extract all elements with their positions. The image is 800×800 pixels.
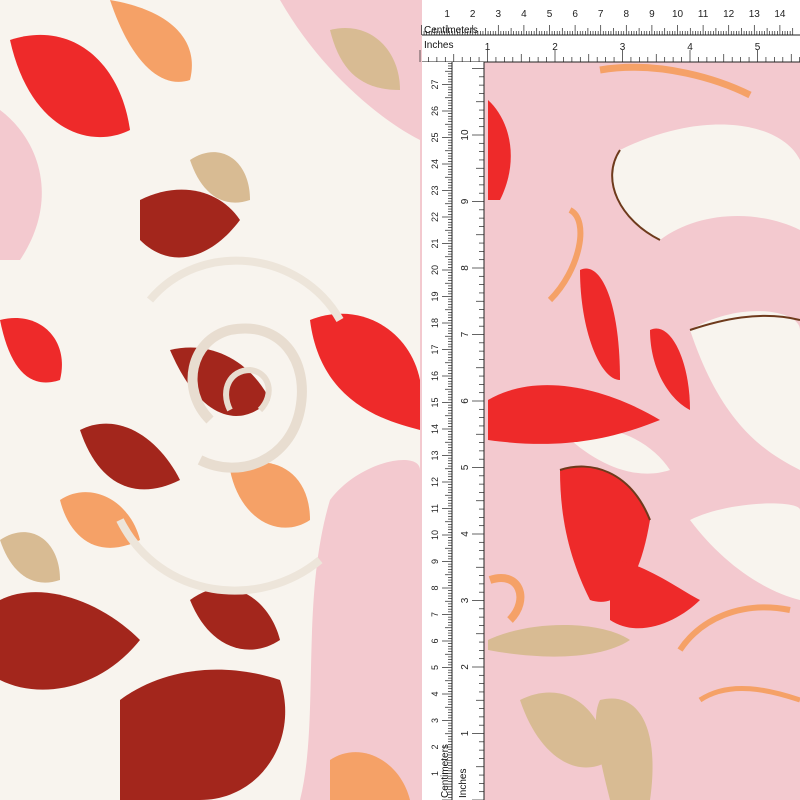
ruler-number: 5 [430,665,440,670]
left-inches-label: Inches [458,769,469,798]
ruler-number: 10 [430,530,440,540]
ruler-number: 6 [430,638,440,643]
top-ruler: 1 2 3 4 5 6 7 8 9 10 11 12 13 14 12345 Centimeters In… [419,0,800,63]
ruler-number: 5 [460,464,471,470]
left-ruler: 2726252423222120191817161514131211109876… [422,62,485,800]
ruler-number: 7 [460,331,471,337]
ruler-number: 20 [430,265,440,275]
ruler-number: 5 [547,9,553,20]
ruler-number: 6 [460,398,471,404]
ruler-number: 3 [430,718,440,723]
ruler-number: 24 [430,159,440,169]
ruler-number: 25 [430,132,440,142]
ruler-number: 4 [687,42,693,53]
ruler-number: 11 [698,9,709,20]
ruler-number: 17 [430,344,440,354]
ruler-number: 7 [430,612,440,617]
fabric-photo: 1 2 3 4 5 6 7 8 9 10 11 12 13 14 12345 Centimeters In… [0,0,800,800]
ruler-number: 13 [749,9,761,20]
ruler-number: 16 [430,371,440,381]
ruler-number: 13 [430,450,440,460]
ruler-number: 9 [649,9,655,20]
ruler-number: 1 [444,9,450,20]
ruler-number: 1 [485,42,491,53]
ruler-number: 2 [460,664,471,670]
ruler-number: 12 [723,9,735,20]
ruler-number: 27 [430,79,440,89]
ruler-number: 9 [430,559,440,564]
ruler-number: 14 [774,9,786,20]
ruler-number: 8 [460,265,471,271]
ruler-number: 3 [496,9,502,20]
ruler-number: 19 [430,291,440,301]
ruler-number: 1 [430,771,440,776]
ruler-number: 8 [624,9,630,20]
ruler-number: 23 [430,185,440,195]
ruler-number: 21 [430,238,440,248]
ruler-number: 12 [430,477,440,487]
ruler-number: 8 [430,585,440,590]
ruler-number: 3 [460,597,471,603]
ruler-number: 4 [521,9,527,20]
ruler-number: 11 [430,504,440,513]
ruler-number: 7 [598,9,604,20]
ruler-number: 10 [460,129,471,141]
ruler-number: 5 [755,42,761,53]
ruler-number: 4 [430,691,440,696]
ruler-number: 26 [430,106,440,116]
ruler-number: 22 [430,212,440,222]
ruler-number: 2 [430,744,440,749]
ruler-number: 1 [460,730,471,736]
left-centimeters-label: Centimeters [440,744,451,798]
ruler-number: 9 [460,198,471,204]
ruler-number: 4 [460,531,471,537]
top-centimeters-label: Centimeters [424,25,478,36]
ruler-number: 10 [672,9,684,20]
swirled-fabric [0,0,420,800]
ruler-number: 2 [552,42,558,53]
ruler-number: 3 [620,42,626,53]
ruler-number: 14 [430,424,440,434]
ruler-number: 6 [572,9,578,20]
ruler-number: 2 [470,9,476,20]
ruler-number: 18 [430,318,440,328]
ruler-number: 15 [430,397,440,407]
top-inches-label: Inches [424,40,453,51]
